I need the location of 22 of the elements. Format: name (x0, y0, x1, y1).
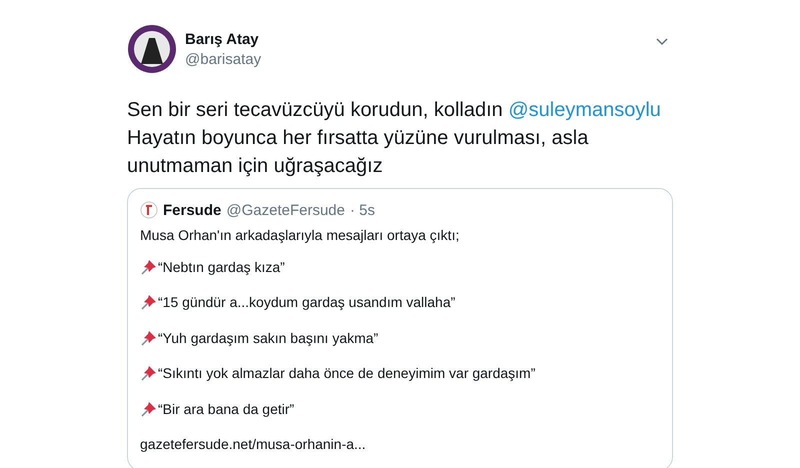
user-handle[interactable]: @barisatay (185, 50, 647, 68)
quoted-message: “Sıkıntı yok almazlar daha önce de deneyimim var gardaşım” (158, 365, 536, 382)
quoted-message: “Nebtın gardaş kıza” (158, 258, 285, 275)
mention-link[interactable]: @suleymansoylu (508, 99, 661, 121)
quoted-message: “Yuh gardaşım sakın başını yakma” (158, 330, 378, 346)
pushpin-icon (140, 364, 158, 382)
quoted-message: “Bir ara bana da getir” (158, 400, 294, 417)
pushpin-icon (140, 328, 158, 347)
pushpin-icon (140, 293, 158, 312)
tweet-text: Sen bir seri tecavüzcüyü korudun, kolladın @suleymansoylu Hayatın boyunca her fırsatta yüzüne vurulması, asla unutmaman için uğraşacağız (127, 98, 662, 179)
user-name[interactable]: Barış Atay (185, 30, 647, 48)
pushpin-icon (140, 400, 158, 418)
quoted-message: “15 gündür a...koydum gardaş usandım vallaha” (158, 294, 456, 310)
quoted-tweet-card[interactable] (127, 188, 673, 468)
pushpin-icon (140, 258, 158, 276)
quoted-user-handle: @GazeteFersude (226, 202, 345, 218)
avatar[interactable] (127, 24, 177, 74)
quoted-user-name: Fersude (163, 202, 222, 218)
tweet-time: · 5s (350, 202, 375, 218)
quoted-text: gazetefersude.net/musa-orhanin-a... (140, 436, 366, 452)
logo-icon (140, 201, 158, 219)
quoted-text: Musa Orhan'ın arkadaşlarıyla mesajları ortaya çıktı; (140, 227, 460, 243)
